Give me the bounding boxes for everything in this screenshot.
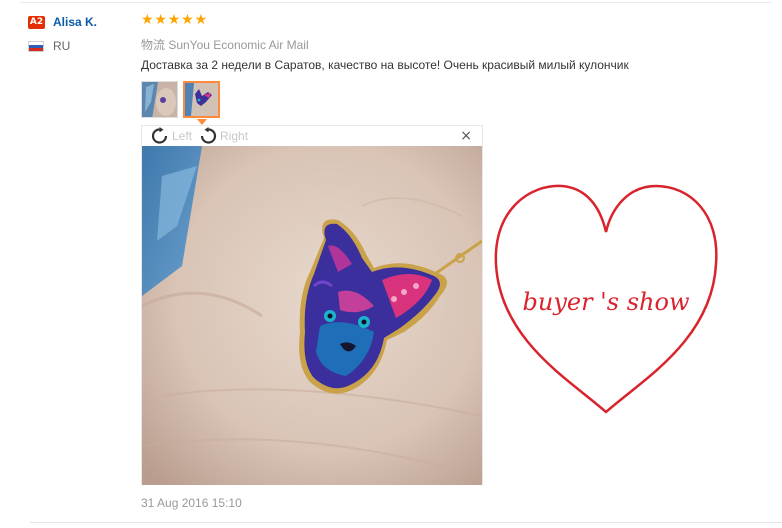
star-icon: ★ — [154, 12, 167, 28]
rotate-left-label: Left — [172, 129, 193, 143]
top-divider — [20, 2, 772, 3]
star-icon: ★ — [141, 12, 154, 28]
star-icon: ★ — [181, 12, 194, 28]
russia-flag-icon — [28, 40, 44, 52]
photo-viewer: Left Right × — [141, 125, 483, 485]
rotate-right-label: Right — [220, 129, 249, 143]
photo-thumbnails — [141, 81, 225, 118]
review-photo — [142, 146, 482, 485]
rotate-left-icon — [151, 127, 168, 144]
photo-thumbnail-1[interactable] — [141, 81, 178, 118]
photo-thumbnail-2[interactable] — [183, 81, 220, 118]
feedback-text: Доставка за 2 недели в Саратов, качество… — [141, 58, 629, 72]
star-icon: ★ — [194, 12, 208, 28]
viewer-toolbar: Left Right × — [142, 126, 482, 146]
buyer-show-label: buyer 's show — [522, 288, 690, 316]
rotate-left-button[interactable]: Left — [150, 127, 192, 145]
close-viewer-button[interactable]: × — [460, 129, 472, 143]
rotate-right-icon — [200, 127, 217, 144]
rotate-right-button[interactable]: Right — [198, 127, 248, 145]
star-rating: ★ ★ ★ ★ ★ — [141, 13, 208, 27]
buyer-name-link[interactable]: Alisa K. — [53, 15, 97, 29]
buyer-level-badge: A2 — [28, 15, 45, 29]
review-timestamp: 31 Aug 2016 15:10 — [141, 496, 242, 510]
bottom-divider — [30, 522, 782, 523]
shipping-method: 物流 SunYou Economic Air Mail — [141, 38, 309, 52]
buyer-info: A2 Alisa K. RU — [28, 14, 128, 54]
star-icon: ★ — [167, 12, 181, 28]
buyer-show-heart: buyer 's show — [490, 180, 722, 418]
buyer-name-row: A2 Alisa K. — [28, 14, 128, 30]
buyer-country: RU — [53, 39, 71, 53]
buyer-country-row: RU — [28, 38, 128, 54]
